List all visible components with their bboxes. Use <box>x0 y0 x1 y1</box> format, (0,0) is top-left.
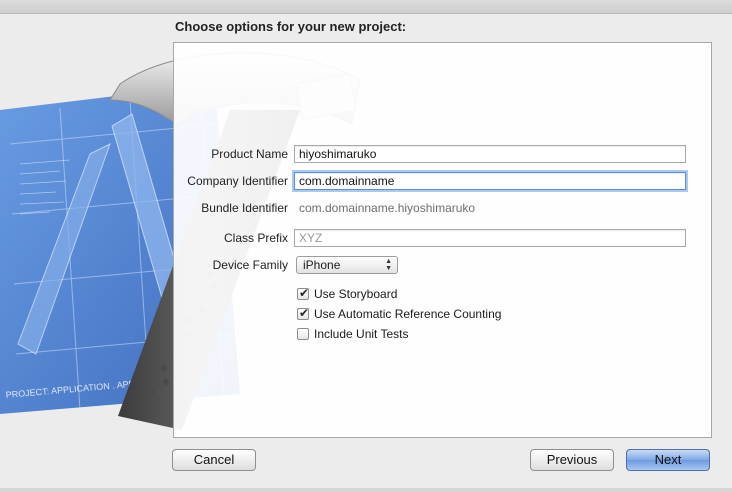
device-family-row: Device Family iPhone ▲ ▼ <box>174 256 713 276</box>
company-identifier-field[interactable]: com.domainname <box>294 172 686 190</box>
device-family-label: Device Family <box>212 258 288 272</box>
include-unit-tests-label: Include Unit Tests <box>314 327 409 341</box>
bundle-identifier-row: Bundle Identifier com.domainname.hiyoshi… <box>174 199 713 219</box>
use-arc-label: Use Automatic Reference Counting <box>314 307 502 321</box>
dialog-heading: Choose options for your new project: <box>175 19 407 34</box>
product-name-row: Product Name hiyoshimaruko <box>174 144 713 164</box>
window-titlebar <box>0 0 732 14</box>
checkbox-unchecked-icon <box>297 328 309 340</box>
product-name-label: Product Name <box>211 147 288 161</box>
class-prefix-label: Class Prefix <box>223 231 288 245</box>
bundle-identifier-label: Bundle Identifier <box>201 201 288 215</box>
next-button[interactable]: Next <box>626 449 710 471</box>
company-identifier-row: Company Identifier com.domainname <box>174 170 713 190</box>
device-family-value: iPhone <box>303 258 341 272</box>
product-name-field[interactable]: hiyoshimaruko <box>294 145 686 163</box>
chevron-up-down-icon: ▲ ▼ <box>385 258 392 272</box>
device-family-popup[interactable]: iPhone ▲ ▼ <box>296 256 398 274</box>
options-panel: Product Name hiyoshimaruko Company Ident… <box>173 42 712 438</box>
checkbox-checked-icon <box>297 286 309 300</box>
previous-button[interactable]: Previous <box>530 449 614 471</box>
bundle-identifier-value: com.domainname.hiyoshimaruko <box>299 201 476 215</box>
use-storyboard-label: Use Storyboard <box>314 287 398 301</box>
class-prefix-field[interactable]: XYZ <box>294 229 686 247</box>
window-bottom-edge <box>0 488 732 492</box>
class-prefix-row: Class Prefix XYZ <box>174 228 713 248</box>
cancel-button[interactable]: Cancel <box>172 449 256 471</box>
company-identifier-label: Company Identifier <box>187 174 288 188</box>
checkbox-checked-icon <box>297 306 309 320</box>
